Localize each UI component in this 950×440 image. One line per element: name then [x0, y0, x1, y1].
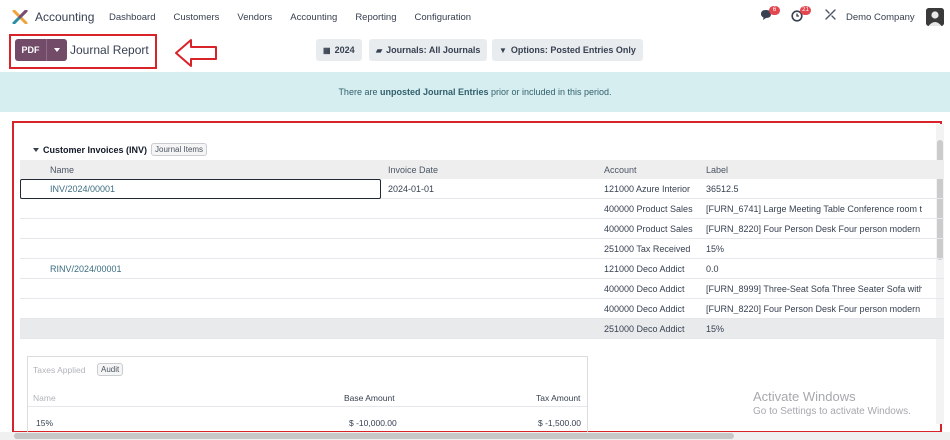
- menu-dashboard[interactable]: Dashboard: [109, 12, 155, 23]
- tax-column-tax: Tax Amount: [536, 393, 581, 403]
- banner-prefix: There are: [338, 87, 380, 97]
- unposted-entries-banner: There are unposted Journal Entries prior…: [0, 72, 950, 112]
- row-account-cell: 400000 Deco Addict: [604, 304, 685, 314]
- journal-name: Customer Invoices (INV): [43, 144, 148, 155]
- journals-filter-label: Journals: All Journals: [386, 45, 481, 55]
- horizontal-scrollbar-thumb[interactable]: [14, 433, 734, 439]
- journals-filter-button[interactable]: ▰ Journals: All Journals: [369, 39, 488, 61]
- row-account-cell: 400000 Deco Addict: [604, 284, 685, 294]
- audit-button[interactable]: Audit: [97, 363, 124, 376]
- table-row[interactable]: 251000 Tax Received 15%: [20, 239, 944, 259]
- row-label-cell: 15%: [706, 244, 725, 254]
- book-icon: ▰: [376, 45, 383, 55]
- taxes-title: Taxes Applied: [33, 365, 86, 375]
- user-avatar-icon: [926, 8, 944, 26]
- journal-table-header: Name Invoice Date Account Label: [20, 160, 944, 179]
- taxes-applied-panel: Taxes Applied Audit Name Base Amount Tax…: [27, 356, 588, 436]
- banner-link[interactable]: unposted Journal Entries: [380, 87, 489, 97]
- accounting-app-icon[interactable]: [12, 10, 28, 24]
- messages-button[interactable]: 6: [760, 6, 780, 22]
- table-row[interactable]: 400000 Product Sales [FURN_8220] Four Per…: [20, 219, 944, 239]
- row-account-cell: 400000 Product Sales: [604, 204, 693, 214]
- app-name[interactable]: Accounting: [35, 10, 94, 24]
- column-name: Name: [50, 165, 75, 175]
- tax-column-name: Name: [33, 393, 56, 403]
- messages-badge: 6: [769, 6, 780, 15]
- row-account-cell: 400000 Product Sales: [604, 224, 693, 234]
- options-filter-label: Options: Posted Entries Only: [510, 45, 636, 55]
- row-name-cell[interactable]: RINV/2024/00001: [50, 264, 122, 274]
- journal-section-header[interactable]: Customer Invoices (INV) Journal Items: [33, 143, 208, 156]
- column-invoice-date: Invoice Date: [388, 165, 439, 175]
- tools-icon: [825, 9, 836, 20]
- company-switcher[interactable]: Demo Company: [846, 12, 915, 23]
- row-label-cell: [FURN_8220] Four Person Desk Four person…: [706, 224, 922, 234]
- tax-row-tax: $ -1,500.00: [538, 418, 582, 428]
- column-account: Account: [604, 165, 637, 175]
- banner-suffix: prior or included in this period.: [488, 87, 612, 97]
- row-label-cell: 15%: [706, 324, 725, 334]
- selected-cell-outline: [20, 179, 381, 199]
- annotation-arrow-icon: [175, 39, 217, 67]
- table-row[interactable]: 400000 Product Sales [FURN_6741] Large Me…: [20, 199, 944, 219]
- date-filter-label: 2024: [334, 45, 355, 55]
- filter-icon: ▼: [499, 45, 507, 55]
- windows-watermark-title: Activate Windows: [753, 389, 856, 404]
- row-account-cell: 121000 Azure Interior: [604, 184, 691, 194]
- debug-tools-button[interactable]: [825, 9, 836, 20]
- tax-row-base: $ -10,000.00: [349, 418, 397, 428]
- row-label-cell: 36512.5: [706, 184, 739, 194]
- activities-button[interactable]: 21: [791, 6, 811, 22]
- table-row[interactable]: RINV/2024/00001 121000 Deco Addict 0.0: [20, 259, 944, 279]
- tax-row: 15% $ -10,000.00 $ -1,500.00: [28, 413, 587, 433]
- row-account-cell: 251000 Tax Received: [604, 244, 691, 254]
- highlight-box-header: [9, 34, 157, 69]
- column-label: Label: [706, 165, 729, 175]
- taxes-table-header: Name Base Amount Tax Amount: [28, 388, 587, 407]
- row-account-cell: 251000 Deco Addict: [604, 324, 685, 334]
- activities-badge: 21: [800, 6, 811, 15]
- menu-vendors[interactable]: Vendors: [237, 12, 272, 23]
- user-avatar[interactable]: [926, 8, 944, 26]
- table-row[interactable]: 400000 Deco Addict [FURN_8999] Three-Seat…: [20, 279, 944, 299]
- top-navbar: Accounting Dashboard Customers Vendors A…: [0, 0, 950, 34]
- tax-column-base: Base Amount: [344, 393, 395, 403]
- row-label-cell: [FURN_8999] Three-Seat Sofa Three Seater…: [706, 284, 922, 294]
- journal-items-button[interactable]: Journal Items: [151, 143, 208, 156]
- menu-customers[interactable]: Customers: [173, 12, 219, 23]
- menu-reporting[interactable]: Reporting: [355, 12, 396, 23]
- table-row[interactable]: 251000 Deco Addict 15%: [20, 319, 944, 339]
- date-filter-button[interactable]: ▦ 2024: [316, 39, 362, 61]
- row-date-cell: 2024-01-01: [388, 184, 435, 194]
- tax-row-name: 15%: [36, 418, 54, 428]
- row-label-cell: 0.0: [706, 264, 719, 274]
- table-row[interactable]: 400000 Deco Addict [FURN_8220] Four Perso…: [20, 299, 944, 319]
- row-label-cell: [FURN_6741] Large Meeting Table Conferen…: [706, 204, 922, 214]
- options-filter-button[interactable]: ▼ Options: Posted Entries Only: [492, 39, 643, 61]
- row-label-cell: [FURN_8220] Four Person Desk Four person…: [706, 304, 922, 314]
- main-menu: Dashboard Customers Vendors Accounting R…: [109, 12, 489, 23]
- menu-accounting[interactable]: Accounting: [290, 12, 337, 23]
- row-account-cell: 121000 Deco Addict: [604, 264, 685, 274]
- collapse-caret-icon[interactable]: [33, 147, 39, 152]
- menu-configuration[interactable]: Configuration: [415, 12, 472, 23]
- windows-watermark-subtitle: Go to Settings to activate Windows.: [753, 406, 911, 417]
- calendar-icon: ▦: [323, 45, 331, 55]
